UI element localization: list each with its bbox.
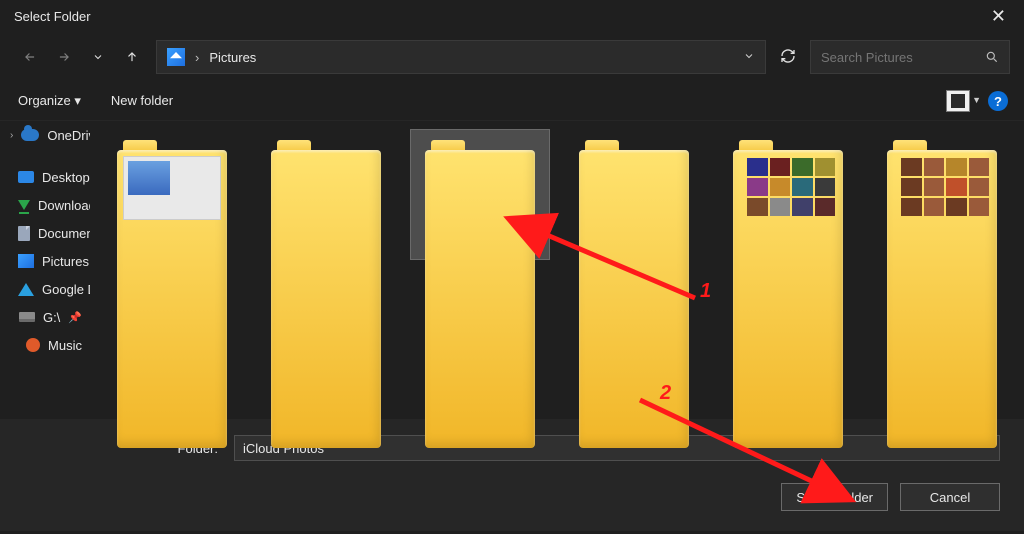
thumbnail-preview — [747, 158, 835, 216]
sidebar-item-pictures[interactable]: Pictures 📌 — [0, 247, 90, 275]
sidebar-item-label: Music — [48, 338, 82, 353]
refresh-button[interactable] — [780, 48, 796, 67]
select-folder-button[interactable]: Select Folder — [781, 483, 888, 511]
close-button[interactable]: ✕ — [987, 7, 1010, 25]
sidebar-item-label: Documents — [38, 226, 90, 241]
nav-row: › Pictures — [0, 32, 1024, 84]
up-button[interactable] — [122, 47, 142, 67]
folder-item-saved-pictures[interactable]: Saved Pictures — [718, 129, 858, 260]
toolbar: Organize ▾ New folder ▼ ? — [0, 84, 1024, 121]
search-icon — [985, 50, 999, 64]
chevron-right-icon[interactable]: › — [10, 130, 13, 141]
drive-icon — [19, 309, 35, 325]
dialog-buttons: Select Folder Cancel — [0, 467, 1024, 531]
folder-item-photoscape-x[interactable]: PhotoScape X — [564, 129, 704, 260]
search-input[interactable] — [821, 50, 971, 65]
title-bar: Select Folder ✕ — [0, 0, 1024, 32]
window-title: Select Folder — [14, 9, 91, 24]
sidebar-item-onedrive[interactable]: › OneDrive - Personal — [0, 121, 90, 149]
body: › OneDrive - Personal Desktop 📌 Download… — [0, 121, 1024, 419]
pictures-icon — [167, 48, 185, 66]
address-expand-icon[interactable] — [743, 50, 755, 65]
sidebar-item-music[interactable]: Music — [0, 331, 90, 359]
help-button[interactable]: ? — [988, 91, 1008, 111]
breadcrumb-sep-icon: › — [195, 50, 199, 65]
sidebar-item-downloads[interactable]: Downloads 📌 — [0, 191, 90, 219]
recent-locations-button[interactable] — [88, 47, 108, 67]
sidebar-item-label: OneDrive - Personal — [47, 128, 90, 143]
thumbnail-preview — [123, 156, 221, 220]
sidebar-item-documents[interactable]: Documents 📌 — [0, 219, 90, 247]
sidebar: › OneDrive - Personal Desktop 📌 Download… — [0, 121, 90, 419]
pin-icon: 📌 — [68, 311, 82, 324]
sidebar-item-google-drive[interactable]: Google Drive 📌 — [0, 275, 90, 303]
sidebar-item-label: Desktop — [42, 170, 90, 185]
folder-item-camera-roll[interactable]: Camera Roll — [256, 129, 396, 260]
sidebar-item-g-drive[interactable]: G:\ 📌 — [0, 303, 90, 331]
folder-item-icloud-photos[interactable]: iCloud Photos — [410, 129, 550, 260]
sidebar-item-label: Downloads — [38, 198, 90, 213]
thumbnail-preview — [901, 158, 989, 216]
music-icon — [26, 337, 40, 353]
download-icon — [18, 197, 30, 213]
folder-item[interactable] — [102, 129, 242, 279]
pictures-icon — [18, 253, 34, 269]
forward-button[interactable] — [54, 47, 74, 67]
new-folder-button[interactable]: New folder — [111, 93, 173, 109]
address-bar[interactable]: › Pictures — [156, 40, 766, 74]
desktop-icon — [18, 169, 34, 185]
sidebar-item-label: Google Drive — [42, 282, 90, 297]
breadcrumb-current[interactable]: Pictures — [209, 50, 256, 65]
sidebar-item-label: G:\ — [43, 310, 60, 325]
sidebar-item-desktop[interactable]: Desktop 📌 — [0, 163, 90, 191]
cancel-button[interactable]: Cancel — [900, 483, 1000, 511]
organize-menu[interactable]: Organize ▾ — [18, 93, 81, 109]
document-icon — [18, 225, 30, 241]
google-drive-icon — [18, 281, 34, 297]
sidebar-item-label: Pictures — [42, 254, 89, 269]
folder-view[interactable]: Camera Roll iCloud Photos PhotoScape X S… — [90, 121, 1024, 419]
back-button[interactable] — [20, 47, 40, 67]
view-mode-button[interactable]: ▼ — [946, 90, 970, 112]
search-box[interactable] — [810, 40, 1010, 74]
cloud-icon — [21, 127, 39, 143]
folder-item-screenshots[interactable]: Screenshots — [872, 129, 1012, 260]
